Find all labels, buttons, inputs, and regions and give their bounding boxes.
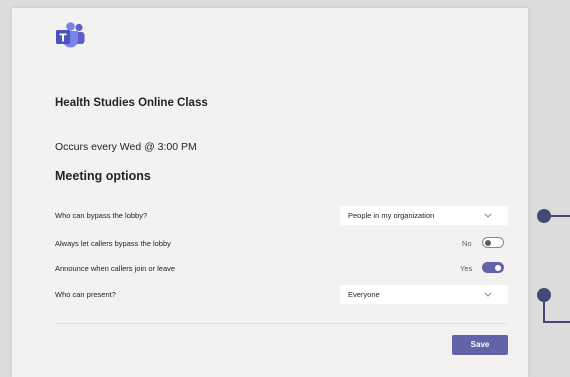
chevron-down-icon	[484, 292, 492, 297]
toggle-knob	[495, 264, 501, 271]
callout-line	[543, 301, 545, 323]
divider	[55, 323, 507, 324]
lobby-bypass-value: People in my organization	[348, 211, 435, 220]
page: Health Studies Online Class Occurs every…	[0, 0, 570, 377]
chevron-down-icon	[484, 213, 492, 218]
announce-callers-state: Yes	[460, 264, 473, 273]
lobby-bypass-dropdown[interactable]: People in my organization	[340, 206, 508, 225]
presenters-label: Who can present?	[55, 290, 116, 299]
announce-callers-toggle[interactable]	[482, 262, 504, 273]
callout-marker	[537, 288, 551, 302]
meeting-title: Health Studies Online Class	[55, 97, 208, 109]
callout-line	[550, 215, 570, 217]
meeting-schedule: Occurs every Wed @ 3:00 PM	[55, 141, 197, 153]
callers-bypass-label: Always let callers bypass the lobby	[55, 239, 171, 248]
toggle-knob	[485, 239, 491, 246]
callout-marker	[537, 209, 551, 223]
callout-line	[543, 321, 570, 323]
lobby-bypass-label: Who can bypass the lobby?	[55, 211, 148, 220]
save-button[interactable]: Save	[452, 335, 508, 355]
callers-bypass-toggle[interactable]	[482, 237, 504, 248]
callers-bypass-state: No	[462, 239, 472, 248]
announce-callers-label: Announce when callers join or leave	[55, 264, 176, 273]
meeting-options-heading: Meeting options	[55, 169, 151, 183]
presenters-dropdown[interactable]: Everyone	[340, 285, 508, 304]
presenters-value: Everyone	[348, 290, 380, 299]
meeting-options-panel	[12, 8, 528, 377]
teams-logo-icon	[56, 22, 85, 48]
